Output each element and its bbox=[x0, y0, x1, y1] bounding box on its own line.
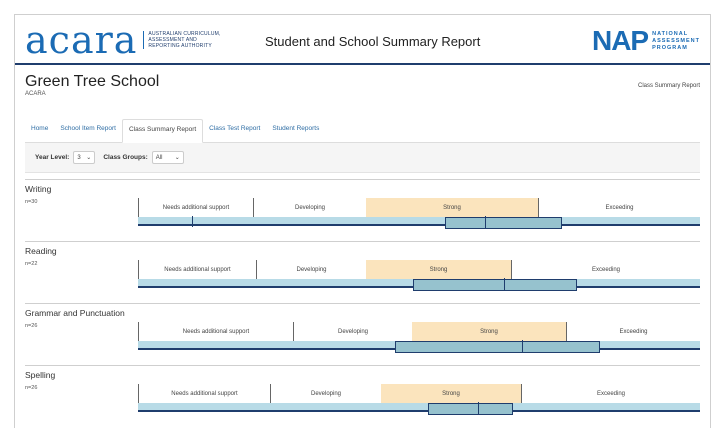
iqr-box bbox=[395, 341, 600, 353]
acara-logo-subtitle: AUSTRALIAN CURRICULUM, ASSESSMENT AND RE… bbox=[143, 31, 233, 49]
chevron-down-icon: ⌄ bbox=[86, 155, 92, 161]
breadcrumb[interactable]: Class Summary Report bbox=[638, 83, 700, 89]
year-level-label: Year Level: bbox=[35, 154, 70, 161]
proficiency-bands: Needs additional support Developing Stro… bbox=[138, 198, 700, 217]
nap-logo-subtitle: NATIONAL ASSESSMENT PROGRAM bbox=[652, 30, 700, 51]
domain-name: Grammar and Punctuation bbox=[25, 308, 125, 318]
proficiency-bands: Needs additional support Developing Stro… bbox=[138, 322, 700, 341]
score-track bbox=[138, 216, 700, 229]
band-developing: Developing bbox=[253, 198, 366, 217]
score-track bbox=[138, 402, 700, 415]
band-developing: Developing bbox=[270, 384, 381, 403]
band-exceeding: Exceeding bbox=[521, 384, 700, 403]
report-tabs: Home School Item Report Class Summary Re… bbox=[25, 119, 700, 143]
class-groups-value: All bbox=[155, 154, 163, 161]
band-strong: Strong bbox=[412, 322, 566, 341]
proficiency-bands: Needs additional support Developing Stro… bbox=[138, 384, 700, 403]
school-name: Green Tree School bbox=[25, 73, 160, 90]
report-page: acara AUSTRALIAN CURRICULUM, ASSESSMENT … bbox=[14, 14, 711, 428]
year-level-select[interactable]: 3 ⌄ bbox=[73, 151, 96, 164]
domain-count: n=26 bbox=[25, 385, 38, 391]
band-exceeding: Exceeding bbox=[566, 322, 700, 341]
report-header: acara AUSTRALIAN CURRICULUM, ASSESSMENT … bbox=[15, 15, 710, 65]
year-level-value: 3 bbox=[77, 154, 81, 161]
report-title: Student and School Summary Report bbox=[265, 34, 481, 49]
whisker-min bbox=[192, 216, 193, 227]
domain-name: Writing bbox=[25, 184, 52, 194]
iqr-box bbox=[445, 217, 562, 229]
median-line bbox=[478, 402, 479, 415]
proficiency-bands: Needs additional support Developing Stro… bbox=[138, 260, 700, 279]
filter-bar: Year Level: 3 ⌄ Class Groups: All ⌄ bbox=[25, 143, 700, 173]
median-line bbox=[522, 340, 523, 353]
class-groups-label: Class Groups: bbox=[103, 154, 148, 161]
band-developing: Developing bbox=[293, 322, 412, 341]
class-groups-select[interactable]: All ⌄ bbox=[151, 151, 184, 164]
band-needs-support: Needs additional support bbox=[138, 260, 256, 279]
nap-logo: NAP NATIONAL ASSESSMENT PROGRAM bbox=[592, 27, 700, 55]
acara-logo-word: acara bbox=[25, 18, 138, 62]
nap-logo-word: NAP bbox=[591, 25, 649, 56]
band-developing: Developing bbox=[256, 260, 366, 279]
domain-name: Reading bbox=[25, 246, 57, 256]
band-needs-support: Needs additional support bbox=[138, 384, 270, 403]
band-needs-support: Needs additional support bbox=[138, 198, 253, 217]
score-track bbox=[138, 340, 700, 353]
band-needs-support: Needs additional support bbox=[138, 322, 293, 341]
tab-home[interactable]: Home bbox=[25, 119, 54, 143]
domain-count: n=30 bbox=[25, 199, 38, 205]
divider bbox=[25, 241, 700, 242]
domain-name: Spelling bbox=[25, 370, 56, 380]
median-line bbox=[504, 278, 505, 291]
median-line bbox=[485, 216, 486, 229]
tab-class-summary-report[interactable]: Class Summary Report bbox=[121, 119, 204, 143]
band-exceeding: Exceeding bbox=[538, 198, 700, 217]
divider bbox=[25, 179, 700, 180]
school-org: ACARA bbox=[25, 91, 46, 97]
divider bbox=[25, 303, 700, 304]
iqr-box bbox=[428, 403, 513, 415]
acara-logo: acara AUSTRALIAN CURRICULUM, ASSESSMENT … bbox=[25, 18, 233, 62]
tab-class-test-report[interactable]: Class Test Report bbox=[203, 119, 266, 143]
band-strong: Strong bbox=[366, 198, 538, 217]
iqr-box bbox=[413, 279, 577, 291]
domain-count: n=26 bbox=[25, 323, 38, 329]
score-track bbox=[138, 278, 700, 291]
tab-school-item-report[interactable]: School Item Report bbox=[54, 119, 122, 143]
band-strong: Strong bbox=[366, 260, 511, 279]
chevron-down-icon: ⌄ bbox=[174, 155, 180, 161]
divider bbox=[25, 365, 700, 366]
band-exceeding: Exceeding bbox=[511, 260, 700, 279]
band-strong: Strong bbox=[381, 384, 521, 403]
tab-student-reports[interactable]: Student Reports bbox=[266, 119, 325, 143]
domain-count: n=22 bbox=[25, 261, 38, 267]
